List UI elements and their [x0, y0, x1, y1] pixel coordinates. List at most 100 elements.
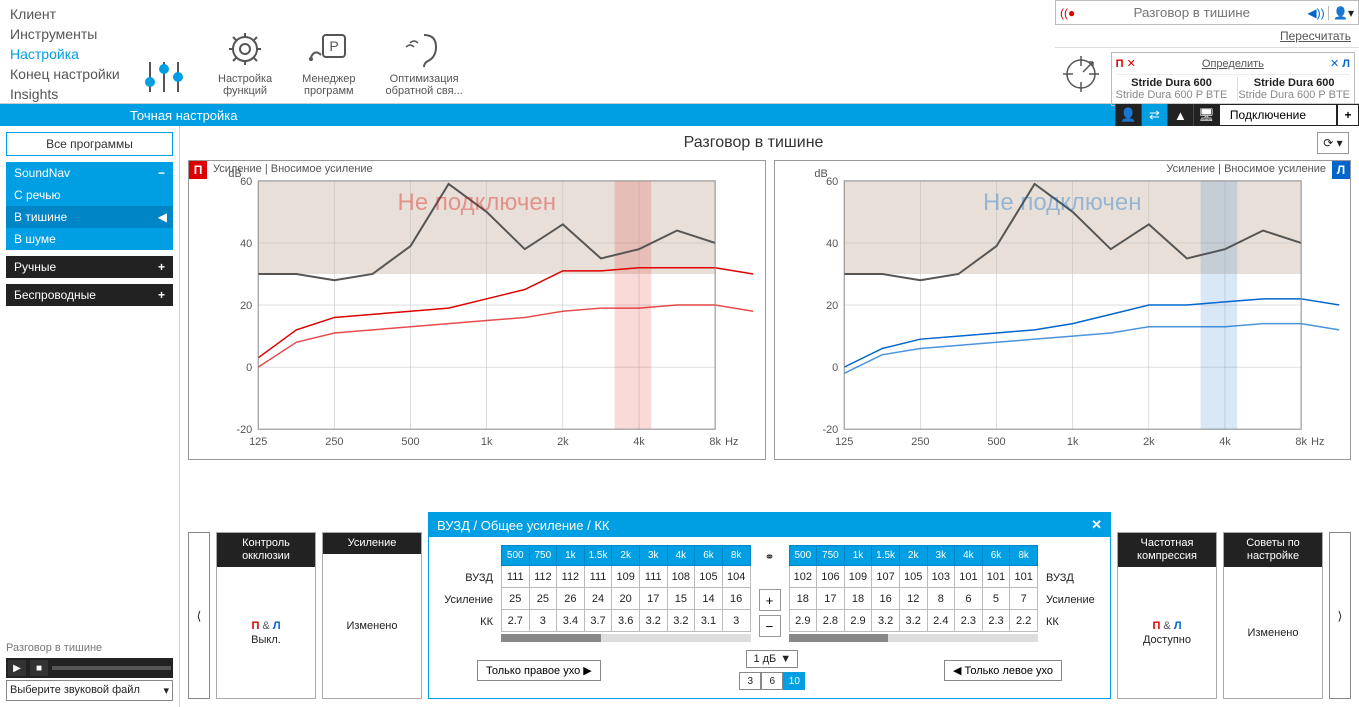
- statusbar-screen-icon[interactable]: 🖥: [1193, 104, 1219, 126]
- recalc-link[interactable]: Пересчитать: [1280, 29, 1351, 43]
- speaker-left-icon: ((●: [1056, 6, 1080, 20]
- tool-equalizer[interactable]: [140, 57, 188, 97]
- svg-text:Hz: Hz: [1311, 436, 1324, 448]
- topbar: Клиент Инструменты Настройка Конец настр…: [0, 0, 1359, 104]
- card-occlusion[interactable]: Контроль окклюзии П & ЛВыкл.: [216, 532, 316, 699]
- chart-right: Л Усиление | Вносимое усиление Не подклю…: [774, 160, 1352, 460]
- manual-header[interactable]: Ручные+: [6, 256, 173, 278]
- all-programs-button[interactable]: Все программы: [6, 132, 173, 156]
- panel-title: ВУЗД / Общее усиление / КК: [437, 518, 609, 533]
- card-gain[interactable]: Усиление Изменено: [322, 532, 422, 699]
- stop-button[interactable]: ■: [30, 660, 48, 676]
- svg-text:0: 0: [832, 362, 838, 374]
- sub-speech[interactable]: С речью: [6, 184, 173, 206]
- section-title: Точная настройка: [0, 108, 238, 123]
- svg-text:4k: 4k: [633, 436, 645, 448]
- nav-end[interactable]: Конец настройки: [10, 64, 120, 84]
- gain-panel: ВУЗД / Общее усиление / КК✕ ВУЗДУсиление…: [428, 512, 1111, 699]
- gain-plus-button[interactable]: +: [759, 589, 781, 611]
- right-info: ((● ◀)) 👤▾ Пересчитать П ✕ Определить ✕ …: [1055, 0, 1359, 103]
- play-button[interactable]: ▶: [8, 660, 26, 676]
- svg-text:8k: 8k: [709, 436, 721, 448]
- tool-feedback[interactable]: Оптимизацияобратной свя...: [386, 29, 463, 97]
- device-box: П ✕ Определить ✕ Л Stride Dura 600Stride…: [1111, 52, 1355, 106]
- card-freq-compression[interactable]: Частотная компрессия П & ЛДоступно: [1117, 532, 1217, 699]
- speaker-right-icon: ◀)): [1304, 6, 1328, 20]
- environment-input[interactable]: [1080, 1, 1304, 24]
- chart-settings-button[interactable]: ⟳ ▾: [1317, 132, 1349, 154]
- svg-text:2k: 2k: [1143, 436, 1155, 448]
- soundnav-header[interactable]: SoundNav−: [6, 162, 173, 184]
- svg-text:-20: -20: [236, 424, 252, 436]
- ear-icon: [400, 29, 448, 69]
- main-area: Разговор в тишине ⟳ ▾ П Усиление | Вноси…: [180, 126, 1359, 707]
- connect-button[interactable]: Подключение: [1219, 104, 1337, 126]
- svg-text:1k: 1k: [481, 436, 493, 448]
- svg-text:500: 500: [401, 436, 419, 448]
- svg-text:250: 250: [911, 436, 929, 448]
- card-tips[interactable]: Советы по настройке Изменено: [1223, 532, 1323, 699]
- table-right[interactable]: 5007501k1.5k2k3k4k6k8k102106109107105103…: [789, 545, 1039, 632]
- link-ears-icon[interactable]: ⚭: [759, 547, 781, 567]
- not-connected-right: Не подключен: [983, 189, 1142, 217]
- right-badge: Л: [1332, 161, 1350, 179]
- svg-text:1k: 1k: [1066, 436, 1078, 448]
- only-right-button[interactable]: Только правое ухо ▶: [477, 660, 601, 681]
- chart-caption-left: Усиление | Вносимое усиление: [213, 163, 373, 175]
- tool-functions[interactable]: Настройкафункций: [218, 29, 272, 97]
- prev-button[interactable]: ⟨: [188, 532, 210, 699]
- main-nav: Клиент Инструменты Настройка Конец настр…: [0, 0, 130, 103]
- wireless-header[interactable]: Беспроводные+: [6, 284, 173, 306]
- svg-text:P: P: [329, 38, 338, 54]
- gain-minus-button[interactable]: −: [759, 615, 781, 637]
- svg-text:125: 125: [835, 436, 853, 448]
- target-icon[interactable]: [1061, 54, 1101, 94]
- svg-text:dB: dB: [814, 168, 827, 180]
- sub-noise[interactable]: В шуме: [6, 228, 173, 250]
- svg-text:8k: 8k: [1295, 436, 1307, 448]
- svg-text:500: 500: [987, 436, 1005, 448]
- statusbar-sync-icon[interactable]: ⇄: [1141, 104, 1167, 126]
- chart-caption-right: Усиление | Вносимое усиление: [1166, 163, 1326, 175]
- left-badge: П: [189, 161, 207, 179]
- scroll-right[interactable]: [789, 634, 1039, 642]
- svg-text:60: 60: [826, 176, 838, 188]
- tool-program-manager[interactable]: P Менеджерпрограмм: [302, 29, 355, 97]
- file-select[interactable]: Выберите звуковой файл▾: [6, 680, 173, 701]
- svg-text:60: 60: [240, 176, 252, 188]
- step-tabs[interactable]: 3 6 10: [739, 672, 805, 690]
- table-left[interactable]: 5007501k1.5k2k3k4k6k8k111112112111109111…: [501, 545, 751, 632]
- user-dropdown[interactable]: 👤▾: [1328, 6, 1358, 20]
- nav-insights[interactable]: Insights: [10, 84, 120, 104]
- chart-left: П Усиление | Вносимое усиление Не подклю…: [188, 160, 766, 460]
- main-title: Разговор в тишине: [190, 134, 1317, 152]
- next-button[interactable]: ⟩: [1329, 532, 1351, 699]
- nav-fitting[interactable]: Настройка: [10, 44, 120, 64]
- svg-text:20: 20: [826, 300, 838, 312]
- statusbar-user-icon[interactable]: 👤: [1115, 104, 1141, 126]
- gear-icon: [221, 29, 269, 69]
- environment-dropdown[interactable]: ((● ◀)) 👤▾: [1055, 0, 1359, 25]
- scroll-left[interactable]: [501, 634, 751, 642]
- svg-text:2k: 2k: [557, 436, 569, 448]
- only-left-button[interactable]: ◀ Только левое ухо: [944, 660, 1062, 681]
- svg-text:125: 125: [249, 436, 267, 448]
- nav-client[interactable]: Клиент: [10, 4, 120, 24]
- add-button[interactable]: +: [1337, 104, 1359, 126]
- svg-text:250: 250: [325, 436, 343, 448]
- nav-tools[interactable]: Инструменты: [10, 24, 120, 44]
- svg-text:40: 40: [826, 238, 838, 250]
- media-player: ▶ ■: [6, 658, 173, 678]
- statusbar-warning-icon[interactable]: ▲: [1167, 104, 1193, 126]
- svg-text:20: 20: [240, 300, 252, 312]
- panel-close-button[interactable]: ✕: [1091, 517, 1102, 533]
- determine-link[interactable]: Определить: [1202, 58, 1264, 70]
- sliders-icon: [140, 57, 188, 97]
- section-bar: Точная настройка 👤 ⇄ ▲ 🖥 Подключение +: [0, 104, 1359, 126]
- svg-text:Hz: Hz: [725, 436, 738, 448]
- step-select[interactable]: 1 дБ▼: [746, 650, 798, 668]
- svg-text:4k: 4k: [1219, 436, 1231, 448]
- bottom-strip: ⟨ Контроль окклюзии П & ЛВыкл. Усиление …: [180, 528, 1359, 707]
- svg-text:0: 0: [246, 362, 252, 374]
- sub-quiet[interactable]: В тишине: [6, 206, 173, 228]
